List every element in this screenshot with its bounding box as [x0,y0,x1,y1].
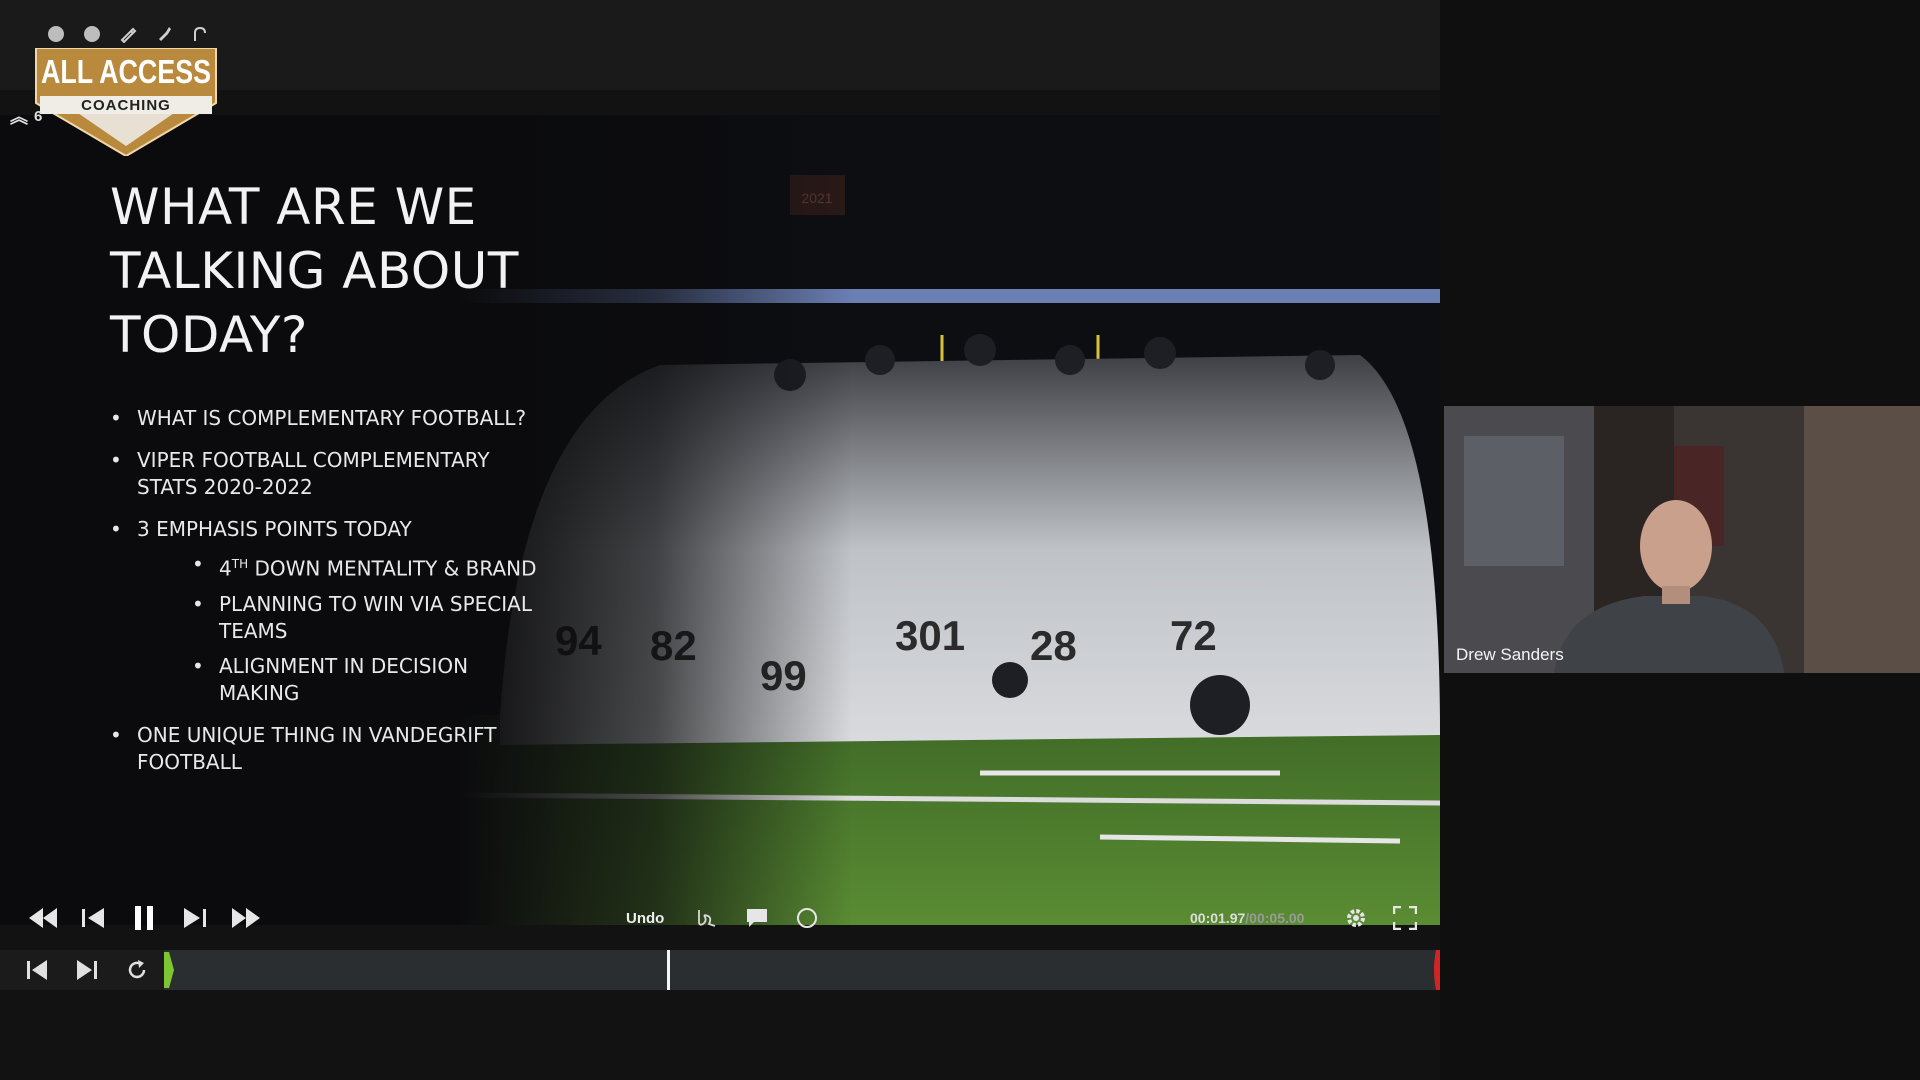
marker-icon[interactable] [154,24,174,44]
step-back-icon[interactable] [80,898,106,938]
comment-icon[interactable] [744,898,770,938]
fullscreen-icon[interactable] [1390,898,1420,938]
person-head [1640,500,1712,592]
page-counter[interactable]: ︽ 6 [10,108,43,126]
video-stage: 2021 94 82 99 301 28 72 WHAT AR [0,0,1440,1080]
svg-text:ALL ACCESS: ALL ACCESS [41,53,211,90]
playhead[interactable] [666,950,670,990]
signature-pen-icon[interactable] [694,898,720,938]
all-access-coaching-logo: ALL ACCESS COACHING [35,48,217,156]
time-readout: 00:01.97 / 00:05.00 [1190,910,1305,926]
page-number: 6 [34,108,43,125]
presentation-slide: 2021 94 82 99 301 28 72 WHAT AR [0,115,1440,925]
chevron-up-icon[interactable]: ︽ [10,108,28,126]
loop-icon[interactable] [122,950,152,990]
participant-name: Drew Sanders [1456,645,1564,664]
undo-button[interactable]: Undo [626,898,664,938]
sub-bullet-item: 4TH DOWN MENTALITY & BRAND [192,551,550,583]
slide-bullets: WHAT IS COMPLEMENTARY FOOTBALL? VIPER FO… [110,405,550,791]
sub-bullet-item: ALIGNMENT IN DECISION MAKING [192,653,550,707]
bullet-item: 3 EMPHASIS POINTS TODAY 4TH DOWN MENTALI… [110,516,550,707]
skip-to-start-icon[interactable] [22,950,52,990]
sub-bullet-list: 4TH DOWN MENTALITY & BRAND PLANNING TO W… [137,551,550,707]
webcam-video [1444,406,1920,673]
circle-dot-icon[interactable] [82,24,102,44]
timeline-track[interactable] [164,950,1440,990]
team-celebration-photo: 2021 94 82 99 301 28 72 [460,115,1440,925]
slide-title: WHAT ARE WE TALKING ABOUT TODAY? [110,178,519,364]
gear-icon[interactable] [1342,898,1370,938]
circle-tool-icon[interactable] [794,898,820,938]
bullet-text: 3 EMPHASIS POINTS TODAY [137,517,412,541]
svg-text:COACHING: COACHING [81,97,171,114]
webcam-tile[interactable]: Drew Sanders [1444,406,1920,673]
bullet-item: VIPER FOOTBALL COMPLEMENTARY STATS 2020-… [110,447,550,501]
clip-start-handle[interactable] [164,952,174,988]
drawing-tools [46,24,210,44]
playback-controls: Undo 00:01.97 / 00:05.00 [0,898,1440,938]
bullet-item: WHAT IS COMPLEMENTARY FOOTBALL? [110,405,550,432]
circle-dot-icon[interactable] [46,24,66,44]
curve-icon[interactable] [190,24,210,44]
pause-icon[interactable] [130,898,158,938]
rewind-icon[interactable] [26,898,60,938]
clip-end-handle[interactable] [1432,950,1440,990]
step-forward-icon[interactable] [182,898,208,938]
sub-bullet-item: PLANNING TO WIN VIA SPECIAL TEAMS [192,591,550,645]
fast-forward-icon[interactable] [228,898,264,938]
skip-to-end-icon[interactable] [72,950,102,990]
timeline-row [0,950,1440,990]
pen-icon[interactable] [118,24,138,44]
bullet-item: ONE UNIQUE THING IN VANDEGRIFT FOOTBALL [110,722,550,776]
